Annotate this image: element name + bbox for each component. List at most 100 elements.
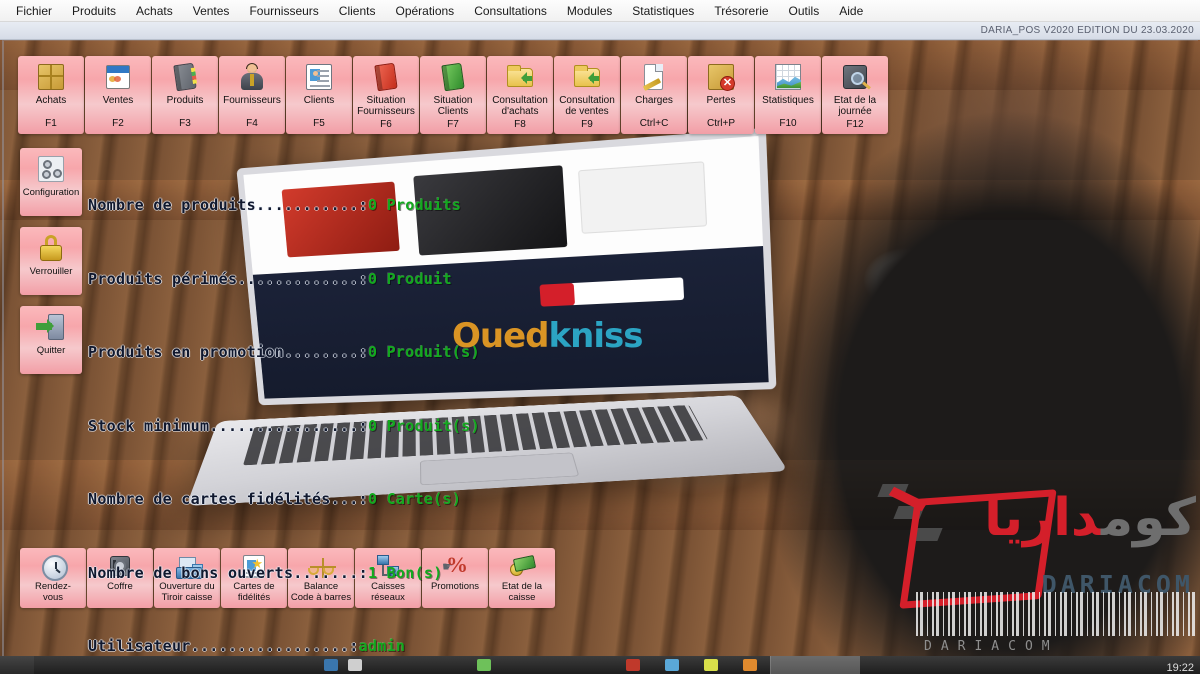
dashboard-info-panel: Nombre de produits...........:0 Produits… [88, 144, 573, 674]
taskbar-icon-app6[interactable] [704, 659, 718, 671]
ouedkniss-watermark-part1: Oued [452, 316, 550, 356]
dariacom-barcode-label: DARIACOM [924, 639, 1059, 654]
grey-book-icon [170, 62, 200, 92]
dariacom-watermark: كومداريا DARIACOM DARIACOM [877, 466, 1200, 656]
sidebar-button-verrouiller[interactable]: Verrouiller [20, 227, 82, 295]
safe-magnifier-icon [840, 62, 871, 92]
toolbar-button-produits[interactable]: Produits F3 [152, 56, 218, 134]
toolbar-button-shortcut: F10 [779, 118, 797, 129]
menu-item-clients[interactable]: Clients [329, 2, 386, 20]
menu-item-ventes[interactable]: Ventes [183, 2, 240, 20]
toolbar-button-label: Situation Clients [433, 95, 473, 117]
info-label: Nombre de cartes fidélités...: [88, 490, 368, 508]
taskbar-icon-app5[interactable] [665, 659, 679, 671]
menu-item-fichier[interactable]: Fichier [6, 2, 62, 20]
toolbar-button-label: Etat de la journée [833, 95, 877, 117]
taskbar-start-button[interactable] [0, 656, 34, 674]
toolbar-button-shortcut: F8 [514, 119, 526, 130]
toolbar-button-shortcut: F1 [45, 118, 57, 129]
dariacom-barcode [916, 592, 1196, 636]
toolbar-button-shortcut: F2 [112, 118, 124, 129]
menu-item-produits[interactable]: Produits [62, 2, 126, 20]
info-label: Nombre de produits...........: [88, 196, 368, 214]
menu-item-tresorerie[interactable]: Trésorerie [704, 2, 778, 20]
dariacom-arabic-grey: كوم [1100, 488, 1196, 548]
dariacom-arabic-red: داريا [984, 488, 1101, 548]
box-delete-icon: ✕ [706, 62, 736, 92]
sidebar-button-label: Configuration [22, 187, 80, 198]
sidebar-button-configuration[interactable]: Configuration [20, 148, 82, 216]
toolbar-button-shortcut: F12 [846, 119, 864, 130]
menu-item-consultations[interactable]: Consultations [464, 2, 557, 20]
info-value-utilisateur: admin [358, 637, 406, 655]
exit-icon [36, 312, 66, 342]
taskbar-icon-app3[interactable] [477, 659, 491, 671]
wallpaper-product-thumb [578, 161, 708, 234]
info-row: Nombre de bons ouverts.......:1 Bon(s) [88, 561, 573, 586]
toolbar-button-label: Fournisseurs [223, 95, 281, 106]
menu-item-operations[interactable]: Opérations [385, 2, 464, 20]
toolbar-button-consultation-achats[interactable]: Consultation d'achats F8 [487, 56, 553, 134]
toolbar-button-statistiques[interactable]: Statistiques F10 [755, 56, 821, 134]
toolbar-button-achats[interactable]: Achats F1 [18, 56, 84, 134]
toolbar-button-label: Charges [635, 95, 673, 106]
os-taskbar[interactable]: 19:22 [0, 656, 1200, 674]
info-row: Stock minimum................:0 Produit(… [88, 414, 573, 439]
info-value: 1 Bon(s) [367, 563, 443, 582]
info-row: Produits périmés.............:0 Produit [88, 267, 573, 292]
toolbar-button-shortcut: Ctrl+C [639, 118, 669, 129]
bottom-button-rendez-vous[interactable]: Rendez- vous [20, 548, 86, 608]
bottom-button-label: Rendez- vous [35, 581, 71, 603]
menu-item-achats[interactable]: Achats [126, 2, 183, 20]
menu-bar[interactable]: Fichier Produits Achats Ventes Fournisse… [0, 0, 1200, 22]
sidebar-button-label: Verrouiller [29, 266, 73, 277]
info-label: Nombre de bons ouverts.......: [88, 563, 368, 582]
toolbar-button-label: Produits [166, 95, 204, 106]
info-label: Stock minimum................: [88, 416, 368, 435]
ouedkniss-watermark: Ouedkniss [452, 316, 643, 356]
toolbar-button-pertes[interactable]: ✕ Pertes Ctrl+P [688, 56, 754, 134]
info-value: 0 Produit(s) [367, 416, 480, 435]
info-value: 0 Produit [367, 269, 452, 288]
toolbar-button-label: Situation Fournisseurs [357, 95, 415, 117]
info-value: 0 Produits [367, 196, 462, 214]
desktop-screen: Fichier Produits Achats Ventes Fournisse… [0, 0, 1200, 674]
menu-item-fournisseurs[interactable]: Fournisseurs [239, 2, 328, 20]
info-row: Nombre de produits...........:0 Produits [88, 193, 573, 218]
toolbar-button-charges[interactable]: Charges Ctrl+C [621, 56, 687, 134]
folder-in-icon [505, 62, 535, 92]
supplier-person-icon [237, 62, 267, 92]
wallpaper-search-box [569, 277, 685, 306]
menu-item-statistiques[interactable]: Statistiques [622, 2, 704, 20]
menu-item-outils[interactable]: Outils [779, 2, 830, 20]
toolbar-button-shortcut: Ctrl+P [706, 118, 736, 129]
taskbar-icon-app2[interactable] [348, 659, 362, 671]
toolbar-button-label: Clients [303, 95, 335, 106]
toolbar-button-clients[interactable]: Clients F5 [286, 56, 352, 134]
id-card-icon [304, 62, 334, 92]
menu-item-aide[interactable]: Aide [829, 2, 873, 20]
credit-card-icon [103, 62, 133, 92]
box-icon [36, 62, 66, 92]
sidebar-button-quitter[interactable]: Quitter [20, 306, 82, 374]
toolbar-button-label: Consultation d'achats [492, 95, 548, 117]
toolbar-button-etat-journee[interactable]: Etat de la journée F12 [822, 56, 888, 134]
toolbar-button-shortcut: F9 [581, 119, 593, 130]
taskbar-icon-app7[interactable] [743, 659, 757, 671]
info-label: Utilisateur.................: [88, 637, 359, 655]
toolbar-button-situation-clients[interactable]: Situation Clients F7 [420, 56, 486, 134]
toolbar-button-situation-fournisseurs[interactable]: Situation Fournisseurs F6 [353, 56, 419, 134]
taskbar-icon-app1[interactable] [324, 659, 338, 671]
menu-item-modules[interactable]: Modules [557, 2, 622, 20]
red-book-icon [371, 62, 401, 92]
folder-out-icon [572, 62, 602, 92]
info-row: Nombre de cartes fidélités...:0 Carte(s) [88, 487, 573, 512]
toolbar-button-shortcut: F7 [447, 119, 459, 130]
toolbar-button-consultation-ventes[interactable]: Consultation de ventes F9 [554, 56, 620, 134]
toolbar-button-shortcut: F5 [313, 118, 325, 129]
toolbar-button-ventes[interactable]: Ventes F2 [85, 56, 151, 134]
taskbar-icon-app4[interactable] [626, 659, 640, 671]
toolbar-button-fournisseurs[interactable]: Fournisseurs F4 [219, 56, 285, 134]
taskbar-active-window[interactable] [770, 656, 860, 674]
taskbar-clock[interactable]: 19:22 [1166, 662, 1194, 674]
